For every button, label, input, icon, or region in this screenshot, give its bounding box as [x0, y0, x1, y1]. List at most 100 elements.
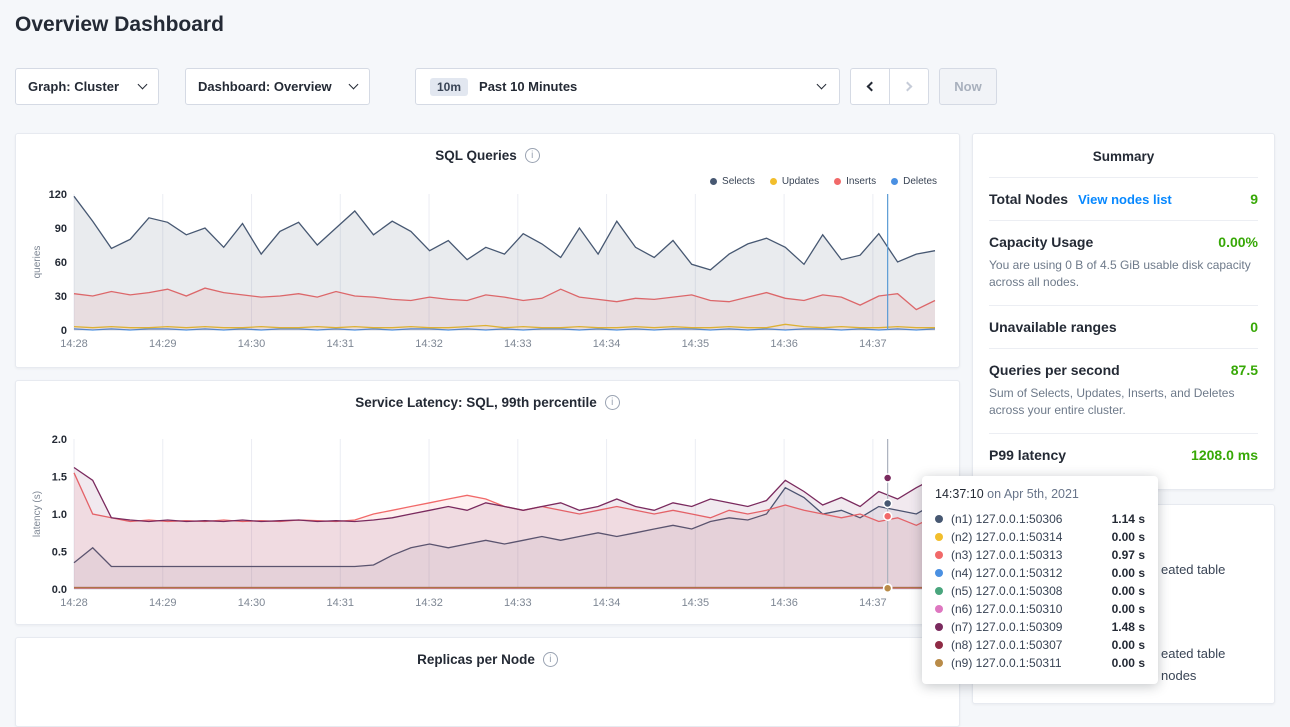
svg-text:14:28: 14:28: [60, 338, 88, 350]
series-dot-icon: [935, 551, 943, 559]
graph-dropdown[interactable]: Graph: Cluster: [15, 68, 159, 105]
svg-text:latency (s): latency (s): [32, 491, 43, 537]
svg-text:14:29: 14:29: [149, 338, 177, 350]
tooltip-node-label: (n5) 127.0.0.1:50308: [951, 584, 1062, 598]
chevron-left-icon: [867, 82, 877, 92]
series-dot-icon: [935, 659, 943, 667]
service-latency-panel: Service Latency: SQL, 99th percentile i …: [15, 380, 960, 625]
info-icon[interactable]: i: [543, 652, 558, 667]
series-dot-icon: [935, 533, 943, 541]
tooltip-node-label: (n7) 127.0.0.1:50309: [951, 620, 1062, 634]
tooltip-value: 1.48 s: [1112, 620, 1145, 634]
tooltip-value: 0.00 s: [1112, 656, 1145, 670]
total-nodes-label: Total Nodes: [989, 191, 1068, 207]
tooltip-value: 0.00 s: [1112, 638, 1145, 652]
tooltip-node-label: (n4) 127.0.0.1:50312: [951, 566, 1062, 580]
dashboard-dropdown[interactable]: Dashboard: Overview: [185, 68, 370, 105]
tooltip-value: 0.00 s: [1112, 530, 1145, 544]
chart-title: Replicas per Node: [417, 652, 535, 667]
svg-text:14:35: 14:35: [682, 338, 710, 350]
unavailable-ranges-label: Unavailable ranges: [989, 319, 1117, 335]
series-dot-icon: [935, 623, 943, 631]
tooltip-node-label: (n3) 127.0.0.1:50313: [951, 548, 1062, 562]
tooltip-date: on Apr 5th, 2021: [984, 487, 1079, 501]
graph-dropdown-label: Graph: Cluster: [28, 79, 119, 94]
replicas-per-node-panel: Replicas per Node i: [15, 637, 960, 727]
event-text-fragment[interactable]: eated table: [1161, 646, 1225, 661]
unavailable-ranges-value: 0: [1250, 319, 1258, 335]
series-dot-icon: [935, 569, 943, 577]
now-button: Now: [939, 68, 997, 105]
time-prev-button[interactable]: [850, 68, 890, 105]
svg-text:60: 60: [55, 257, 67, 269]
event-text-fragment[interactable]: nodes: [1161, 668, 1196, 683]
tooltip-row: (n1) 127.0.0.1:503061.14 s: [935, 510, 1145, 528]
time-next-button: [889, 68, 929, 105]
event-text-fragment[interactable]: eated table: [1161, 562, 1225, 577]
chevron-down-icon: [817, 80, 827, 90]
svg-text:14:37: 14:37: [859, 338, 887, 350]
svg-text:1.0: 1.0: [52, 509, 67, 521]
service-latency-chart[interactable]: 14:2814:2914:3014:3114:3214:3314:3414:35…: [28, 431, 949, 613]
svg-text:30: 30: [55, 291, 67, 303]
svg-text:14:32: 14:32: [415, 597, 443, 609]
sql-queries-chart[interactable]: 14:2814:2914:3014:3114:3214:3314:3414:35…: [28, 186, 949, 354]
info-icon[interactable]: i: [525, 148, 540, 163]
series-dot-icon: [935, 515, 943, 523]
svg-text:14:30: 14:30: [238, 338, 266, 350]
svg-text:14:31: 14:31: [327, 338, 355, 350]
series-dot-icon: [710, 178, 717, 185]
chart-hover-tooltip: 14:37:10 on Apr 5th, 2021 (n1) 127.0.0.1…: [922, 476, 1158, 684]
tooltip-node-label: (n9) 127.0.0.1:50311: [951, 656, 1062, 670]
tooltip-row: (n8) 127.0.0.1:50307 0.00 s: [935, 636, 1145, 654]
capacity-usage-value: 0.00%: [1218, 234, 1258, 250]
svg-text:14:36: 14:36: [770, 338, 798, 350]
summary-unavailable-ranges: Unavailable ranges 0: [989, 305, 1258, 348]
svg-text:14:35: 14:35: [682, 597, 710, 609]
svg-text:14:34: 14:34: [593, 338, 621, 350]
chart-title: SQL Queries: [435, 148, 517, 163]
svg-text:1.5: 1.5: [52, 472, 67, 484]
svg-text:14:33: 14:33: [504, 338, 532, 350]
series-dot-icon: [770, 178, 777, 185]
qps-value: 87.5: [1231, 362, 1258, 378]
time-range-dropdown[interactable]: 10m Past 10 Minutes: [415, 68, 840, 105]
svg-text:14:30: 14:30: [238, 597, 266, 609]
tooltip-row: (n2) 127.0.0.1:503140.00 s: [935, 528, 1145, 546]
info-icon[interactable]: i: [605, 395, 620, 410]
time-range-label: Past 10 Minutes: [479, 79, 577, 94]
p99-latency-value: 1208.0 ms: [1191, 447, 1258, 463]
tooltip-value: 0.97 s: [1112, 548, 1145, 562]
svg-text:14:36: 14:36: [770, 597, 798, 609]
summary-title: Summary: [973, 134, 1274, 177]
qps-label: Queries per second: [989, 362, 1120, 378]
qps-description: Sum of Selects, Updates, Inserts, and De…: [989, 385, 1258, 420]
tooltip-rows: (n1) 127.0.0.1:503061.14 s(n2) 127.0.0.1…: [935, 510, 1145, 672]
svg-text:0.0: 0.0: [52, 584, 67, 596]
tooltip-row: (n5) 127.0.0.1:50308 0.00 s: [935, 582, 1145, 600]
tooltip-row: (n9) 127.0.0.1:50311 0.00 s: [935, 654, 1145, 672]
svg-text:14:34: 14:34: [593, 597, 621, 609]
tooltip-node-label: (n1) 127.0.0.1:50306: [951, 512, 1062, 526]
chevron-down-icon: [138, 80, 148, 90]
series-dot-icon: [935, 605, 943, 613]
series-dot-icon: [935, 641, 943, 649]
tooltip-row: (n4) 127.0.0.1:503120.00 s: [935, 564, 1145, 582]
tooltip-value: 0.00 s: [1112, 584, 1145, 598]
svg-text:14:28: 14:28: [60, 597, 88, 609]
summary-total-nodes: Total Nodes View nodes list 9: [989, 177, 1258, 220]
chevron-right-icon: [903, 82, 913, 92]
svg-text:14:31: 14:31: [327, 597, 355, 609]
chevron-down-icon: [349, 80, 359, 90]
svg-text:0.5: 0.5: [52, 547, 67, 559]
tooltip-node-label: (n8) 127.0.0.1:50307: [951, 638, 1062, 652]
svg-text:14:37: 14:37: [859, 597, 887, 609]
view-nodes-list-link[interactable]: View nodes list: [1078, 192, 1172, 207]
tooltip-header: 14:37:10 on Apr 5th, 2021: [935, 487, 1145, 501]
chart-title: Service Latency: SQL, 99th percentile: [355, 395, 597, 410]
summary-p99-latency: P99 latency 1208.0 ms: [989, 433, 1258, 476]
capacity-usage-label: Capacity Usage: [989, 234, 1093, 250]
tooltip-row: (n6) 127.0.0.1:503100.00 s: [935, 600, 1145, 618]
summary-queries-per-second: Queries per second 87.5 Sum of Selects, …: [989, 348, 1258, 433]
time-range-badge: 10m: [430, 78, 468, 96]
